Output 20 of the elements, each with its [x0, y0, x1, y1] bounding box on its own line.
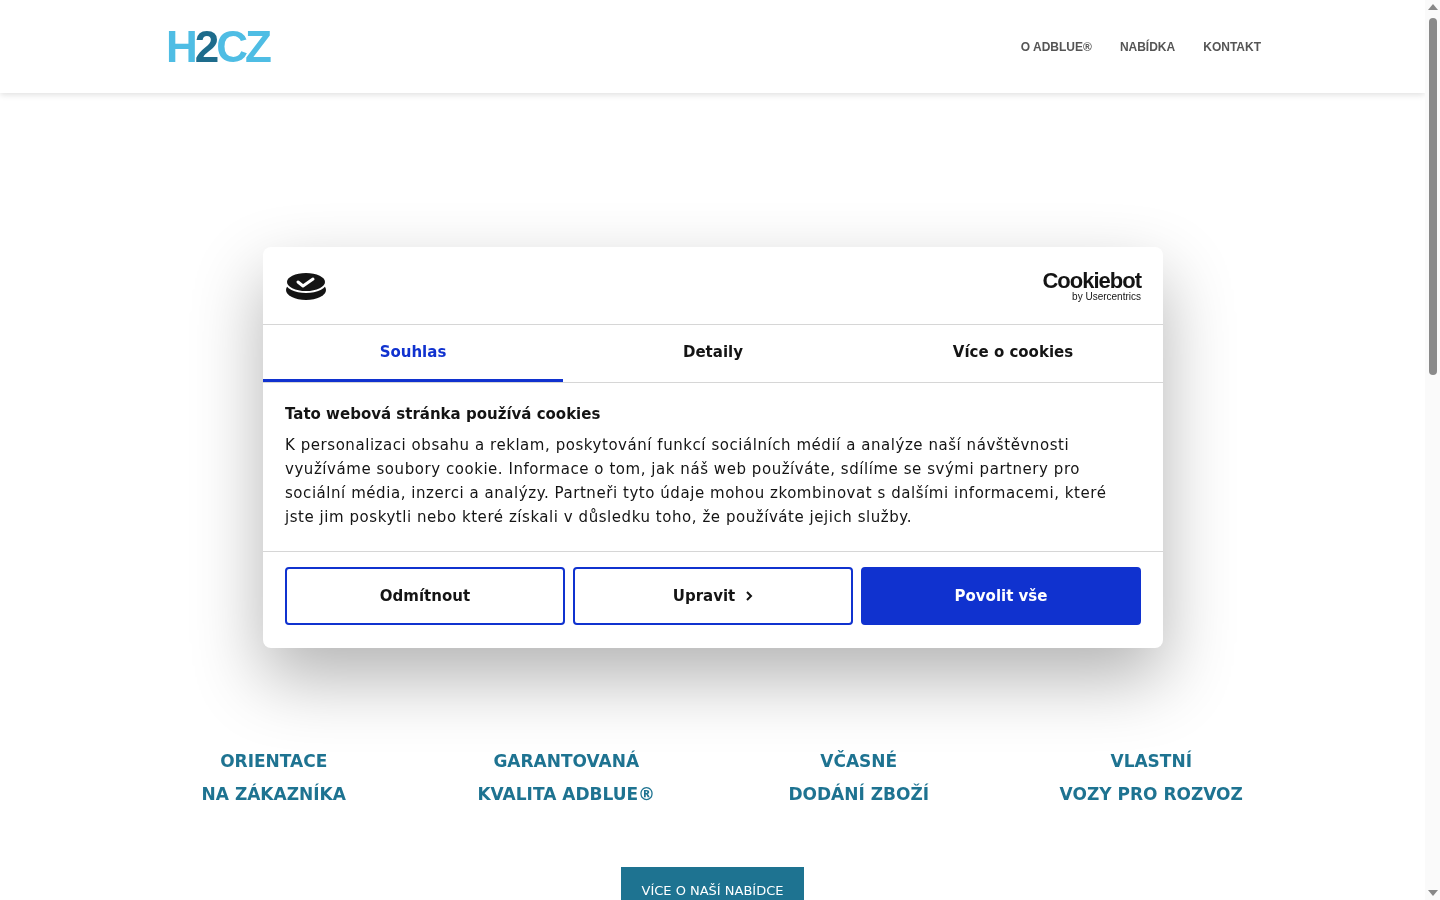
nav-link[interactable]: NABÍDKA — [1119, 39, 1176, 54]
decline-button[interactable]: Odmítnout — [285, 567, 565, 625]
nav-link[interactable]: O ADBLUE® — [1020, 39, 1092, 54]
customize-button[interactable]: Upravit — [573, 567, 853, 625]
dialog-tab[interactable]: Detaily — [563, 325, 863, 382]
dialog-tab[interactable]: Souhlas — [263, 325, 563, 382]
feature-title: GARANTOVANÁ KVALITA ADBLUE® — [476, 749, 657, 806]
cookiebot-logo[interactable]: Cookiebot by Usercentrics — [1042, 269, 1141, 302]
nav-link[interactable]: KONTAKT — [1203, 39, 1261, 54]
scrollbar[interactable] — [1425, 0, 1440, 900]
offer-button[interactable]: VÍCE O NAŠÍ NABÍDCE — [621, 867, 804, 900]
allow-all-button[interactable]: Povolit vše — [861, 567, 1141, 625]
feature-title: VLASTNÍ VOZY PRO ROZVOZ — [1058, 749, 1244, 806]
dialog-heading: Tato webová stránka používá cookies — [285, 405, 602, 423]
logo[interactable]: H2CZ — [166, 24, 269, 69]
feature-title: ORIENTACE NA ZÁKAZNÍKA — [200, 750, 347, 806]
feature-title: VČASNÉ DODÁNÍ ZBOŽÍ — [787, 749, 931, 806]
dialog-tab[interactable]: Více o cookies — [863, 325, 1163, 382]
chevron-right-icon — [745, 590, 754, 602]
dialog-text: K personalizaci obsahu a reklam, poskytování funkcí sociálních médií a analýze naší návštěvnosti využíváme soubory cookie. Informace o tom, jak náš web používáte, sdílíme se svými partnery pro sociální média, inzerci a analýzy. Partneři tyto údaje mohou zkombinovat s dalšími informacemi, které jste jim poskytli nebo které získali v důsledku toho, že používáte jejich služby. — [285, 435, 1108, 528]
